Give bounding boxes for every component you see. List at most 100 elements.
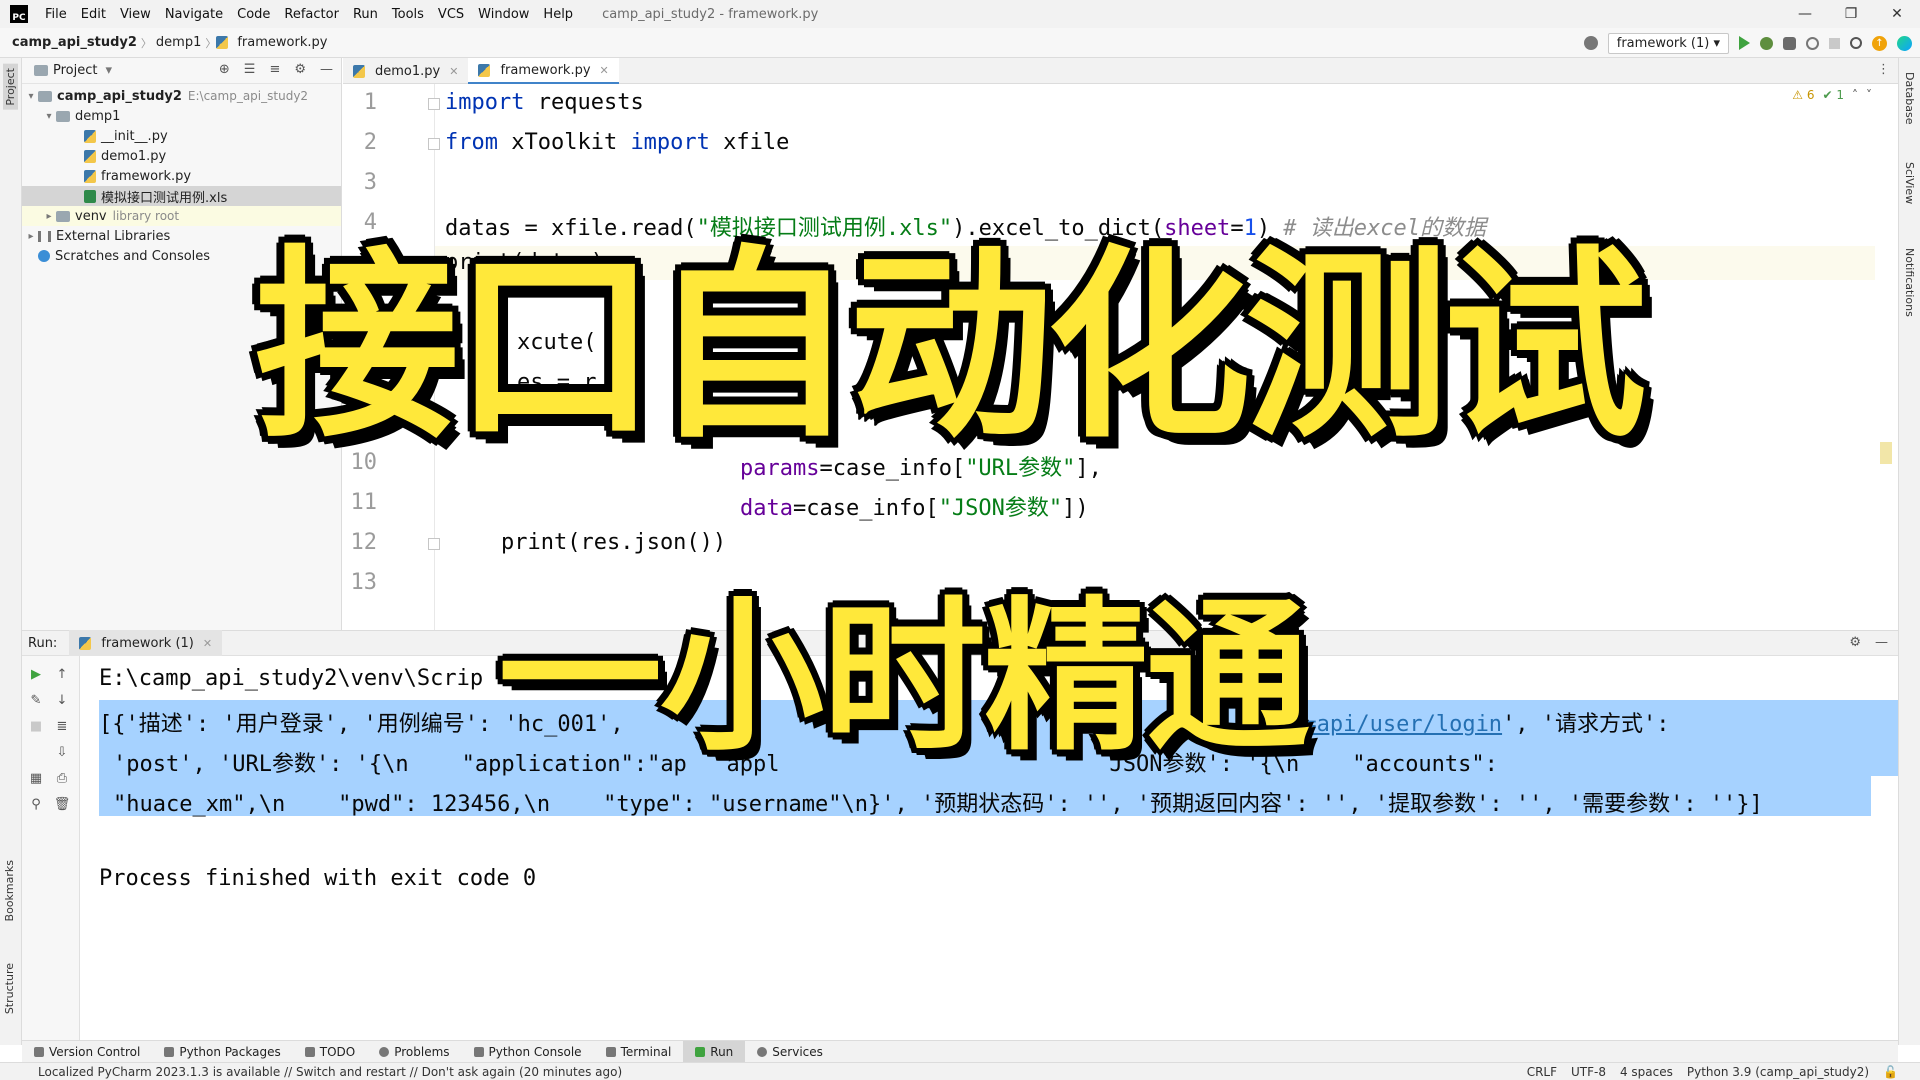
breadcrumb-separator: 〉: [205, 36, 217, 50]
tab-version-control[interactable]: Version Control: [22, 1041, 152, 1063]
breadcrumb-file[interactable]: framework.py: [233, 35, 331, 50]
menu-view[interactable]: View: [113, 7, 158, 22]
line-separator-widget[interactable]: CRLF: [1527, 1065, 1557, 1079]
print-icon[interactable]: ⎙: [54, 770, 70, 786]
tree-item-venv[interactable]: ▸ venv library root: [22, 206, 341, 226]
folder-icon: [56, 210, 70, 222]
soft-wrap-icon[interactable]: ≣: [54, 718, 70, 734]
debug-icon[interactable]: [1760, 36, 1773, 50]
project-panel-title[interactable]: Project: [53, 63, 97, 78]
stop-icon[interactable]: ■: [28, 718, 44, 734]
tree-item-root[interactable]: ▾ camp_api_study2 E:\camp_api_study2: [22, 86, 341, 106]
notifications-tool-button[interactable]: Notifications: [1903, 248, 1916, 317]
tab-problems[interactable]: Problems: [367, 1041, 461, 1063]
breadcrumb-project[interactable]: camp_api_study2: [0, 35, 141, 50]
lock-icon[interactable]: 🔓: [1883, 1065, 1898, 1079]
menu-run[interactable]: Run: [346, 7, 385, 22]
close-icon[interactable]: ✕: [203, 637, 212, 650]
tab-todo[interactable]: TODO: [293, 1041, 367, 1063]
run-tab-label: framework (1): [101, 635, 194, 651]
tree-item-file[interactable]: framework.py: [22, 166, 341, 186]
menu-code[interactable]: Code: [230, 7, 277, 22]
tree-item-file[interactable]: __init__.py: [22, 126, 341, 146]
fold-marker-icon[interactable]: [428, 138, 440, 150]
tab-demo1[interactable]: demo1.py ✕: [343, 58, 468, 84]
rerun-icon[interactable]: ▶: [28, 666, 44, 682]
run-tab-framework[interactable]: framework (1) ✕: [69, 630, 223, 656]
close-button[interactable]: ✕: [1874, 0, 1920, 28]
line-number: 12: [350, 530, 378, 555]
collapse-all-icon[interactable]: ≡: [269, 62, 280, 77]
run-configuration-select[interactable]: framework (1) ▾: [1607, 32, 1729, 54]
tree-item-demp1[interactable]: ▾ demp1: [22, 106, 341, 126]
menu-window[interactable]: Window: [471, 7, 536, 22]
tab-python-console[interactable]: Python Console: [462, 1041, 594, 1063]
tab-run[interactable]: Run: [683, 1040, 746, 1063]
jetbrains-icon[interactable]: [1897, 35, 1912, 51]
tree-item-file[interactable]: demo1.py: [22, 146, 341, 166]
scrollbar-marker[interactable]: [1880, 442, 1892, 464]
menu-help[interactable]: Help: [536, 7, 580, 22]
pin-icon[interactable]: ⚲: [28, 796, 44, 812]
run-icon[interactable]: [1739, 36, 1750, 50]
project-tool-button[interactable]: Project: [3, 64, 18, 110]
gear-icon[interactable]: ⚙: [294, 62, 306, 77]
arrow-down-icon[interactable]: ↓: [54, 692, 70, 708]
menu-refactor[interactable]: Refactor: [277, 7, 346, 22]
chevron-down-icon[interactable]: ▾: [24, 91, 38, 102]
tree-item-file-selected[interactable]: 模拟接口测试用例.xls: [22, 186, 341, 206]
menu-navigate[interactable]: Navigate: [158, 7, 230, 22]
search-icon[interactable]: [1850, 37, 1862, 49]
scroll-to-end-icon[interactable]: ⇩: [54, 744, 70, 760]
restore-button[interactable]: ❐: [1828, 0, 1874, 28]
gear-icon[interactable]: ⚙: [1849, 635, 1861, 650]
stop-icon[interactable]: [1829, 37, 1840, 49]
hide-icon[interactable]: —: [320, 62, 333, 77]
menu-file[interactable]: File: [38, 7, 74, 22]
profile-icon[interactable]: [1806, 36, 1819, 50]
tab-services[interactable]: Services: [745, 1041, 835, 1063]
trash-icon[interactable]: 🗑: [54, 796, 71, 812]
tab-framework[interactable]: framework.py ✕: [468, 58, 619, 84]
tab-terminal[interactable]: Terminal: [594, 1041, 684, 1063]
arrow-up-icon[interactable]: ↑: [54, 666, 70, 682]
encoding-widget[interactable]: UTF-8: [1571, 1065, 1606, 1079]
close-icon[interactable]: ✕: [600, 64, 609, 77]
run-panel-label: Run:: [28, 635, 58, 651]
update-icon[interactable]: ↑: [1872, 35, 1887, 51]
layout-icon[interactable]: ▦: [28, 770, 44, 786]
breadcrumb-folder[interactable]: demp1: [152, 35, 205, 50]
inspections-widget[interactable]: ⚠ 6 ✔ 1 ˄ ˅: [1792, 88, 1872, 102]
hide-icon[interactable]: —: [1875, 635, 1888, 650]
fold-marker-icon[interactable]: [428, 98, 440, 110]
user-icon[interactable]: [1583, 36, 1598, 50]
chevron-down-icon[interactable]: ▾: [105, 63, 112, 78]
chevron-right-icon[interactable]: ▸: [42, 211, 56, 222]
structure-tool-button[interactable]: Structure: [3, 963, 16, 1014]
project-view-icon: [34, 65, 48, 76]
navigation-bar: camp_api_study2 〉 demp1 〉 framework.py f…: [0, 28, 1920, 58]
fold-marker-icon[interactable]: [428, 538, 440, 550]
coverage-icon[interactable]: [1783, 36, 1796, 50]
more-icon[interactable]: ⋮: [1877, 62, 1890, 77]
chevron-right-icon[interactable]: ▸: [24, 231, 38, 242]
indent-widget[interactable]: 4 spaces: [1620, 1065, 1673, 1079]
locate-icon[interactable]: ⊕: [219, 62, 230, 77]
expand-all-icon[interactable]: ☰: [244, 62, 256, 77]
chevron-down-icon[interactable]: ▾: [42, 111, 56, 122]
minimize-button[interactable]: —: [1782, 0, 1828, 28]
interpreter-widget[interactable]: Python 3.9 (camp_api_study2): [1687, 1065, 1869, 1079]
ok-count: ✔ 1: [1822, 88, 1844, 102]
database-tool-button[interactable]: Database: [1903, 72, 1916, 125]
tab-python-packages[interactable]: Python Packages: [152, 1041, 292, 1063]
close-icon[interactable]: ✕: [449, 65, 458, 78]
menu-vcs[interactable]: VCS: [431, 7, 471, 22]
wrench-icon[interactable]: ✎: [28, 692, 44, 708]
bookmarks-tool-button[interactable]: Bookmarks: [3, 860, 16, 921]
menu-tools[interactable]: Tools: [385, 7, 431, 22]
sciview-tool-button[interactable]: SciView: [1903, 162, 1916, 204]
status-message[interactable]: Localized PyCharm 2023.1.3 is available …: [0, 1065, 622, 1079]
chevron-down-icon[interactable]: ˅: [1866, 88, 1872, 102]
menu-edit[interactable]: Edit: [74, 7, 113, 22]
chevron-up-icon[interactable]: ˄: [1852, 88, 1858, 102]
